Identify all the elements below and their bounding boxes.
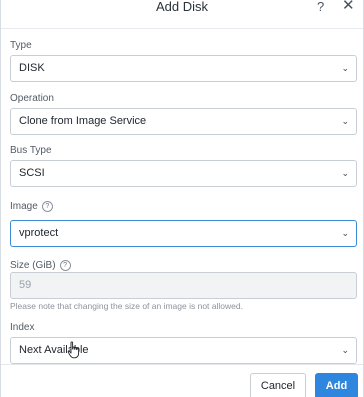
cancel-button[interactable]: Cancel [250,373,306,397]
operation-label: Operation [10,93,54,105]
chevron-down-icon: ⌄ [341,345,349,355]
operation-select-value: Clone from Image Service [19,115,147,127]
image-label: Image? [10,201,53,213]
image-select[interactable]: vprotect ⌄ [10,220,357,247]
size-input: 59 [10,272,357,299]
size-note: Please note that changing the size of an… [10,301,243,311]
chevron-down-icon: ⌄ [341,168,349,178]
bus-type-label: Bus Type [10,145,52,157]
chevron-down-icon: ⌄ [341,116,349,126]
type-select[interactable]: DISK ⌄ [10,55,357,82]
add-button[interactable]: Add [315,373,358,397]
image-select-value: vprotect [19,227,59,239]
size-label-text: Size (GiB) [10,260,56,271]
chevron-down-icon: ⌄ [341,228,349,238]
dialog-title: Add Disk [155,0,209,14]
operation-select[interactable]: Clone from Image Service ⌄ [10,108,357,135]
index-select-value: Next Available [19,344,89,356]
type-select-value: DISK [19,62,45,74]
image-help-icon[interactable]: ? [41,201,53,212]
bus-type-select[interactable]: SCSI ⌄ [10,160,357,187]
size-input-value: 59 [19,279,32,291]
add-disk-dialog: Add Disk ? ✕ Type DISK ⌄ Operation Clone… [0,0,364,397]
size-help-icon[interactable]: ? [59,260,71,271]
index-label-text: Index [10,322,35,333]
bus-type-select-value: SCSI [19,167,45,179]
dialog-footer: Cancel Add [1,364,363,397]
index-label: Index [10,322,34,334]
chevron-down-icon: ⌄ [341,63,349,73]
size-label: Size (GiB)? [10,260,71,272]
type-label: Type [10,40,32,52]
help-icon[interactable]: ? [317,0,324,14]
image-label-text: Image [10,201,38,212]
dialog-header: Add Disk ? ✕ [1,0,363,29]
operation-label-text: Operation [10,93,54,104]
close-icon[interactable]: ✕ [342,0,355,13]
bus-type-label-text: Bus Type [10,145,52,156]
index-select[interactable]: Next Available ⌄ [10,337,357,364]
type-label-text: Type [10,40,32,51]
